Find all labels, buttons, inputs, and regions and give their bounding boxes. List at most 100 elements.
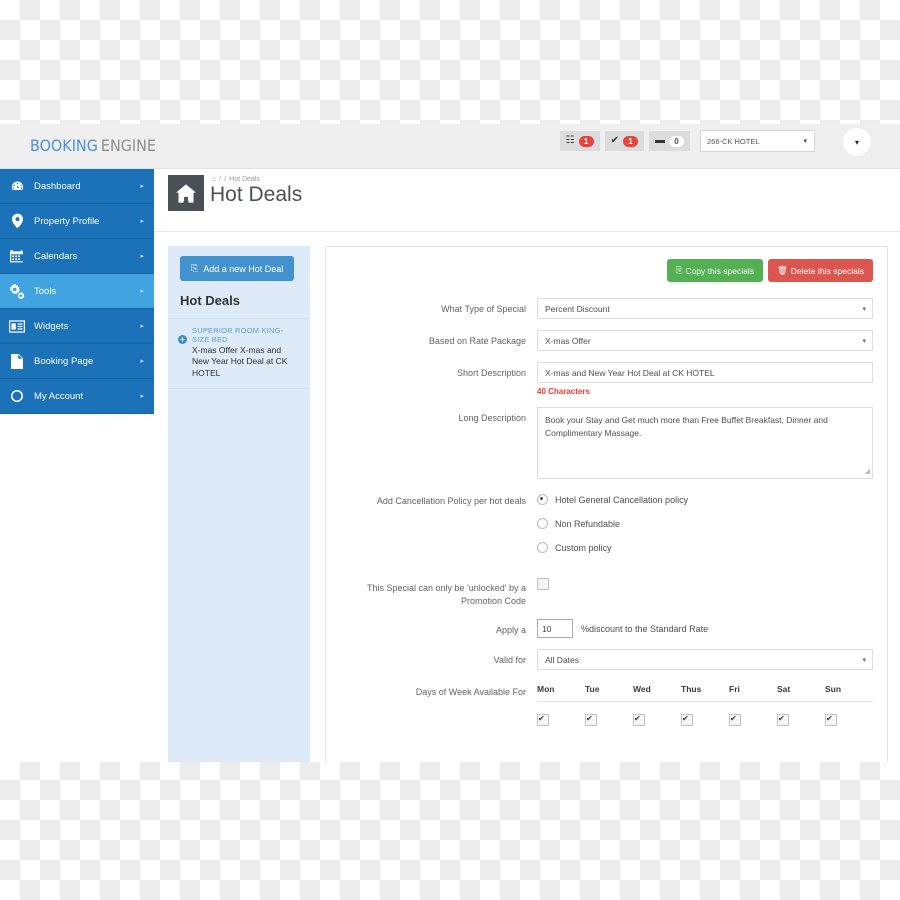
- day-checkbox-sat[interactable]: [777, 713, 789, 727]
- short-description-input[interactable]: X-mas and New Year Hot Deal at CK HOTEL: [537, 362, 873, 383]
- page-title: Hot Deals: [210, 183, 303, 206]
- radio-label: Non Refundable: [555, 518, 621, 529]
- dashboard-icon: [0, 179, 34, 194]
- sidebar-item-label: Tools: [34, 285, 57, 297]
- sidebar-item-calendars[interactable]: Calendars ▸: [0, 239, 154, 274]
- body-area: ⎘ Add a new Hot Deal Hot Deals + SUPERIO…: [154, 232, 900, 762]
- radio-non-refundable[interactable]: Non Refundable: [537, 518, 873, 529]
- field-label: What Type of Special: [441, 304, 526, 314]
- sidebar-item-label: Booking Page: [34, 355, 94, 367]
- rate-package-select[interactable]: X-mas Offer ▾: [537, 330, 873, 351]
- sidebar-item-property-profile[interactable]: Property Profile ▸: [0, 204, 154, 239]
- resize-handle-icon[interactable]: ◢: [865, 467, 870, 478]
- field-label: Valid for: [493, 655, 526, 666]
- copy-specials-button[interactable]: ⎘ Copy this specials: [666, 259, 763, 282]
- field-label: Based on Rate Package: [428, 336, 526, 346]
- field-type-of-special: What Type of Special Percent Discount ▾: [340, 298, 873, 319]
- home-icon[interactable]: ⌂: [212, 176, 216, 183]
- delete-specials-button[interactable]: 🗑 Delete this specials: [767, 259, 873, 282]
- day-checkbox-sun[interactable]: [825, 713, 837, 727]
- long-description-value: Book your Stay and Get much more than Fr…: [545, 415, 828, 438]
- field-apply-discount: Apply a 10 %discount to the Standard Rat…: [340, 619, 873, 639]
- sidebar-item-booking-page[interactable]: Booking Page ▸: [0, 344, 154, 379]
- sidebar-item-label: Property Profile: [34, 215, 100, 227]
- calendar-icon: [0, 249, 34, 263]
- calendar-icon: ☷: [565, 135, 575, 146]
- day-checkbox-tue[interactable]: [585, 713, 597, 727]
- type-of-special-select[interactable]: Percent Discount ▾: [537, 298, 873, 319]
- short-description-value: X-mas and New Year Hot Deal at CK HOTEL: [545, 367, 715, 378]
- day-header: Fri: [729, 684, 740, 695]
- badge-check-count: 1: [623, 135, 638, 147]
- user-menu-button[interactable]: ▾: [842, 127, 872, 157]
- day-checkbox-fri[interactable]: [729, 713, 741, 727]
- radio-label: Hotel General Cancellation policy: [555, 494, 689, 505]
- day-header: Sat: [777, 684, 791, 695]
- promotion-code-checkbox[interactable]: [537, 578, 549, 590]
- field-valid-for: Valid for All Dates ▾: [340, 649, 873, 671]
- discount-percent-input[interactable]: 10: [537, 619, 573, 639]
- field-label: Apply a: [495, 625, 526, 636]
- minus-icon: ▬: [655, 135, 665, 146]
- sidebar-item-my-account[interactable]: My Account ▸: [0, 379, 154, 414]
- copy-specials-label: Copy this specials: [685, 265, 754, 276]
- sidebar-item-label: Calendars: [34, 250, 78, 262]
- brand-logo: BOOKING ENGINE: [30, 136, 156, 155]
- list-item[interactable]: + SUPERIOR ROOM KING-SIZE BED X-mas Offe…: [168, 319, 310, 390]
- sidebar-item-dashboard[interactable]: Dashboard ▸: [0, 169, 154, 204]
- day-checkbox-wed[interactable]: [633, 713, 645, 727]
- sidebar-item-label: Dashboard: [34, 180, 81, 192]
- radio-button[interactable]: [537, 542, 548, 553]
- rate-package-value: X-mas Offer: [545, 335, 591, 346]
- valid-for-select[interactable]: All Dates ▾: [537, 649, 873, 671]
- gears-icon: [0, 283, 34, 299]
- radio-custom-policy[interactable]: Custom policy: [537, 542, 873, 553]
- document-icon: [0, 353, 34, 369]
- radio-button[interactable]: [537, 518, 548, 529]
- chevron-right-icon: ▸: [140, 218, 144, 225]
- field-cancellation-policy: Add Cancellation Policy per hot deals Ho…: [340, 490, 873, 566]
- page-header: ⌂ / / Hot Deals Hot Deals: [154, 169, 900, 232]
- notification-badges: ☷ 1 ✔ 1 ▬ 0: [559, 131, 690, 151]
- field-days-of-week: Days of Week Available For Mon Tue Wed T…: [340, 681, 873, 731]
- chevron-right-icon: ▸: [140, 253, 144, 260]
- chevron-down-icon: ▾: [862, 337, 866, 345]
- badge-minus-count: 0: [669, 135, 684, 147]
- field-rate-package: Based on Rate Package X-mas Offer ▾: [340, 330, 873, 351]
- days-of-week-checkboxes: [537, 702, 873, 731]
- chevron-right-icon: ▸: [140, 288, 144, 295]
- logo-secondary-text: ENGINE: [100, 136, 156, 155]
- widgets-icon: [0, 319, 34, 333]
- day-checkbox-thus[interactable]: [681, 713, 693, 727]
- chevron-right-icon: ▸: [140, 183, 144, 190]
- chevron-right-icon: ▸: [140, 323, 144, 330]
- map-pin-icon: [0, 213, 34, 229]
- home-tile-button[interactable]: [168, 175, 204, 211]
- field-promotion-code: This Special can only be 'unlocked' by a…: [340, 577, 873, 608]
- badge-minus[interactable]: ▬ 0: [649, 131, 690, 151]
- file-icon: ⎘: [191, 263, 199, 273]
- chevron-down-icon: ▾: [862, 305, 866, 313]
- field-label: Short Description: [456, 368, 526, 378]
- hotel-selector[interactable]: 266-CK HOTEL ▾: [700, 130, 815, 152]
- chevron-down-icon: ▾: [862, 656, 866, 664]
- badge-check[interactable]: ✔ 1: [604, 131, 644, 151]
- sidebar-item-widgets[interactable]: Widgets ▸: [0, 309, 154, 344]
- field-label: Long Description: [458, 413, 526, 423]
- add-new-hot-deal-button[interactable]: ⎘ Add a new Hot Deal: [180, 256, 295, 281]
- long-description-textarea[interactable]: Book your Stay and Get much more than Fr…: [537, 407, 873, 479]
- list-item-description: X-mas Offer X-mas and New Year Hot Deal …: [192, 345, 288, 378]
- breadcrumb-current: Hot Deals: [229, 176, 260, 183]
- day-checkbox-mon[interactable]: [537, 713, 549, 727]
- radio-hotel-general[interactable]: Hotel General Cancellation policy: [537, 490, 873, 505]
- badge-calendar[interactable]: ☷ 1: [559, 131, 600, 151]
- sidebar-item-tools[interactable]: Tools ▸: [0, 274, 154, 309]
- sidebar-item-label: Widgets: [34, 320, 69, 332]
- radio-button[interactable]: [537, 494, 548, 505]
- field-label: Add Cancellation Policy per hot deals: [376, 496, 526, 506]
- day-header: Sun: [825, 684, 842, 695]
- day-header: Tue: [585, 684, 600, 695]
- days-of-week-header: Mon Tue Wed Thus Fri Sat Sun: [537, 681, 873, 703]
- delete-specials-label: Delete this specials: [790, 265, 864, 276]
- sidebar-item-label: My Account: [34, 390, 84, 402]
